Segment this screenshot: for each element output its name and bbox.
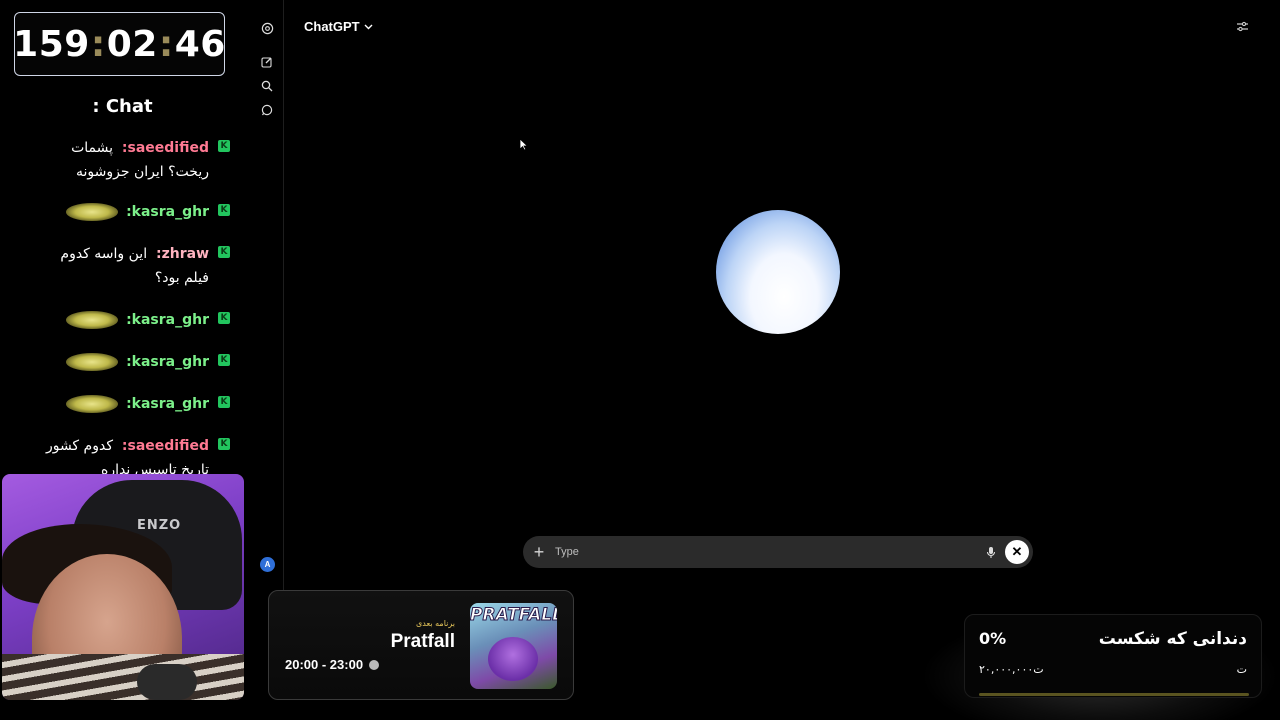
add-attachment-icon[interactable]: + (523, 542, 555, 563)
emote-icon (66, 203, 119, 221)
next-program-time-text: 20:00 - 23:00 (285, 657, 364, 672)
chat-message: کدوم کشور :saeedified تاریخ تاسیس نداره … (45, 434, 230, 474)
goal-percent: 0% (979, 629, 1007, 648)
composer-bar: + ✕ (523, 536, 1033, 568)
goal-amount: ۲۰,۰۰۰,۰۰۰ت (979, 663, 1044, 676)
game-character (488, 637, 538, 681)
chatgpt-sidebar (250, 0, 284, 590)
microphone-icon[interactable] (977, 546, 1005, 559)
verified-badge-icon: K (218, 204, 230, 216)
chat-username: :zhraw (156, 246, 209, 262)
goal-title: دندانی که شکست (1098, 629, 1247, 649)
next-program-title: Pratfall (390, 631, 455, 652)
mouse-cursor-icon (519, 138, 529, 156)
chat-title: : Chat (92, 96, 153, 117)
goal-current-amount: ت (1236, 663, 1247, 676)
chat-message-text: این واسه کدوم (60, 246, 148, 262)
search-icon[interactable] (260, 79, 274, 93)
timer-minutes: 02 (106, 23, 158, 65)
chat-message-text: ریخت؟ ایران جزوشونه (76, 164, 209, 180)
webcam-overlay: ENZO (2, 474, 244, 700)
next-program-card: برنامه بعدی Pratfall 20:00 - 23:00 PRATF… (268, 590, 574, 700)
chat-bubble-icon[interactable] (260, 103, 274, 117)
chat-username: :kasra_ghr (126, 396, 209, 412)
verified-badge-icon: K (218, 354, 230, 366)
chat-list: پشمات :saeedified ریخت؟ ایران جزوشونه K … (0, 134, 245, 474)
chat-message: این واسه کدوم :zhraw فیلم بود؟ K (60, 242, 230, 290)
next-program-label: برنامه بعدی (416, 619, 455, 628)
chat-message-text: کدوم کشور (45, 438, 113, 454)
timer-seconds: 46 (174, 23, 226, 65)
streamer-shirt (2, 654, 244, 700)
game-logo: PRATFALL (470, 605, 557, 626)
model-selector[interactable]: ChatGPT (304, 19, 373, 34)
chat-message-text: پشمات (71, 140, 113, 156)
verified-badge-icon: K (218, 312, 230, 324)
chat-message: :kasra_ghr K (66, 350, 230, 374)
emote-icon (66, 353, 119, 371)
next-program-time: 20:00 - 23:00 (285, 657, 380, 672)
game-cover-art: PRATFALL (470, 603, 557, 689)
verified-badge-icon: K (218, 140, 230, 152)
donation-goal-card: دندانی که شکست 0% ۲۰,۰۰۰,۰۰۰ت ت (964, 614, 1262, 698)
stream-timer: 159:02:46 (13, 12, 226, 76)
emote-icon (66, 395, 119, 413)
chat-username: :kasra_ghr (126, 354, 209, 370)
verified-badge-icon: K (218, 396, 230, 408)
chat-message: پشمات :saeedified ریخت؟ ایران جزوشونه K (71, 136, 230, 184)
chat-username: :kasra_ghr (126, 312, 209, 328)
chat-username: :saeedified (121, 140, 209, 156)
chat-message: :kasra_ghr K (66, 308, 230, 332)
new-chat-icon[interactable] (260, 55, 274, 69)
timer-separator: : (90, 23, 106, 65)
microphone (137, 664, 197, 700)
emote-icon (66, 311, 119, 329)
settings-sliders-icon[interactable] (1236, 20, 1249, 38)
chat-message-text: تاریخ تاسیس نداره (101, 462, 209, 474)
user-avatar[interactable]: A (260, 557, 275, 572)
chevron-down-icon (364, 24, 373, 29)
timer-hours: 159 (13, 23, 90, 65)
chat-message: :kasra_ghr K (66, 200, 230, 224)
verified-badge-icon: K (218, 246, 230, 258)
headset-brand: ENZO (137, 518, 182, 533)
goal-progress-track (979, 693, 1249, 696)
openai-logo-icon[interactable] (260, 21, 274, 35)
verified-badge-icon: K (218, 438, 230, 450)
message-input[interactable] (555, 546, 977, 558)
clock-icon (369, 659, 380, 670)
chat-message-text: فیلم بود؟ (154, 270, 209, 286)
timer-separator: : (158, 23, 174, 65)
chat-username: :saeedified (121, 438, 209, 454)
chat-username: :kasra_ghr (126, 204, 209, 220)
model-selector-label: ChatGPT (304, 19, 360, 34)
close-voice-button[interactable]: ✕ (1005, 540, 1029, 564)
voice-orb (716, 210, 840, 334)
chat-message: :kasra_ghr K (66, 392, 230, 416)
